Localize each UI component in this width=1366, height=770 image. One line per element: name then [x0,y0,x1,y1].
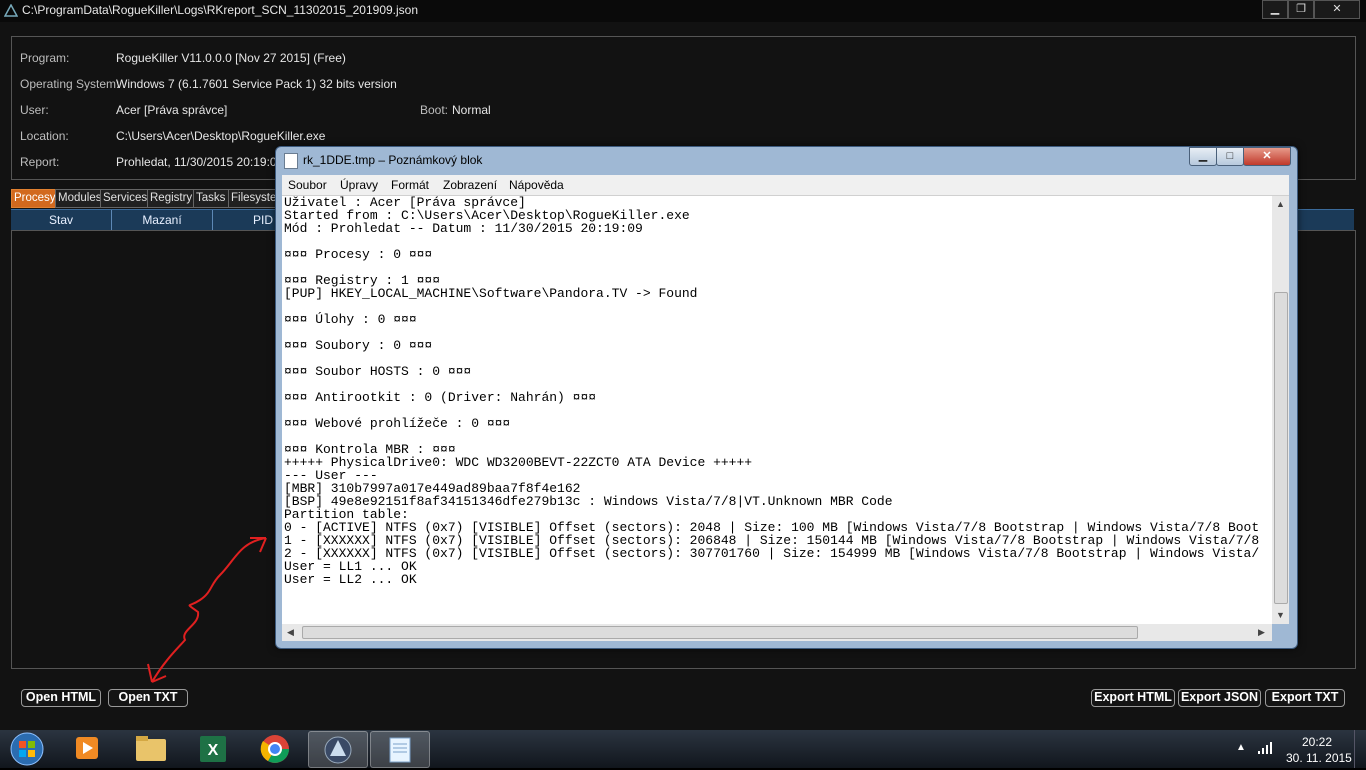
vertical-scroll-thumb[interactable] [1274,292,1288,604]
vertical-scrollbar[interactable]: ▲ ▼ [1272,196,1289,624]
network-icon[interactable] [1257,742,1273,754]
report-value: Prohledat, 11/30/2015 20:19:09 [116,155,284,169]
show-hidden-icons-icon[interactable]: ▲ [1236,742,1246,753]
chrome-icon [260,735,289,763]
taskbar-chrome[interactable] [246,731,304,766]
column-stav[interactable]: Stav [11,210,112,230]
main-title-bar: C:\ProgramData\RogueKiller\Logs\RKreport… [0,0,1366,22]
taskbar-notepad[interactable] [370,731,430,768]
notepad-taskbar-icon [389,737,411,763]
notepad-maximize-button[interactable]: □ [1216,147,1244,166]
taskbar: X ▲ [0,730,1366,768]
taskbar-file-explorer[interactable] [122,731,180,766]
show-desktop-button[interactable] [1354,730,1366,768]
menu-soubor[interactable]: Soubor [288,178,327,192]
notepad-content: Uživatel : Acer [Práva správce] Started … [284,196,1260,587]
clock-date[interactable]: 30. 11. 2015 [1286,751,1352,765]
open-html-button[interactable]: Open HTML [21,689,101,707]
location-value: C:\Users\Acer\Desktop\RogueKiller.exe [116,129,326,143]
tab-modules[interactable]: Modules [55,189,102,208]
window-title: C:\ProgramData\RogueKiller\Logs\RKreport… [22,3,419,17]
scroll-up-icon[interactable]: ▲ [1276,199,1285,209]
taskbar-media-player[interactable] [58,731,116,766]
notepad-text-area[interactable]: Uživatel : Acer [Práva správce] Started … [282,196,1272,624]
start-orb-icon[interactable] [8,731,46,767]
tab-registry[interactable]: Registry [147,189,195,208]
location-label: Location: [20,129,69,143]
scroll-left-icon[interactable]: ◀ [287,627,294,638]
minimize-button[interactable]: ▁ [1262,0,1288,19]
taskbar-excel[interactable]: X [184,731,242,766]
notepad-window: rk_1DDE.tmp – Poznámkový blok ▁ □ ✕ Soub… [275,146,1298,649]
notepad-close-button[interactable]: ✕ [1243,147,1291,166]
clock-time[interactable]: 20:22 [1302,735,1332,749]
export-json-button[interactable]: Export JSON [1178,689,1261,707]
notepad-menu-bar: Soubor Úpravy Formát Zobrazení Nápověda [282,175,1289,196]
maximize-button[interactable]: ❐ [1288,0,1314,19]
scroll-right-icon[interactable]: ▶ [1258,627,1265,638]
tab-procesy[interactable]: Procesy [11,189,57,208]
media-player-icon [76,737,98,759]
app-icon [4,4,18,17]
roguekiller-icon [324,736,352,764]
taskbar-roguekiller[interactable] [308,731,368,768]
export-txt-button[interactable]: Export TXT [1265,689,1345,707]
scroll-down-icon[interactable]: ▼ [1276,610,1285,620]
menu-napoveda[interactable]: Nápověda [509,178,564,192]
boot-label: Boot: [420,103,449,117]
notepad-minimize-button[interactable]: ▁ [1189,147,1217,166]
boot-value: Normal [452,103,491,117]
user-label: User: [20,103,49,117]
os-label: Operating System: [20,77,120,91]
menu-format[interactable]: Formát [391,178,429,192]
excel-icon: X [200,736,226,762]
notepad-icon [284,153,298,169]
svg-text:X: X [208,742,219,759]
tab-tasks[interactable]: Tasks [193,189,230,208]
column-mazani[interactable]: Mazaní [112,210,213,230]
tab-services[interactable]: Services [100,189,149,208]
open-txt-button[interactable]: Open TXT [108,689,188,707]
menu-upravy[interactable]: Úpravy [340,178,378,192]
os-value: Windows 7 (6.1.7601 Service Pack 1) 32 b… [116,77,397,91]
report-label: Report: [20,155,60,169]
program-value: RogueKiller V11.0.0.0 [Nov 27 2015] (Fre… [116,51,346,65]
program-label: Program: [20,51,70,65]
user-value: Acer [Práva správce] [116,103,228,117]
horizontal-scroll-thumb[interactable] [302,626,1138,639]
red-annotation-arrow [147,537,267,683]
notepad-title: rk_1DDE.tmp – Poznámkový blok [303,153,483,167]
folder-icon [136,736,166,761]
export-html-button[interactable]: Export HTML [1091,689,1175,707]
close-button[interactable]: ✕ [1314,0,1360,19]
menu-zobrazeni[interactable]: Zobrazení [443,178,497,192]
tab-filesystem[interactable]: Filesystem [228,189,280,208]
horizontal-scrollbar[interactable]: ◀ ▶ [282,624,1272,641]
